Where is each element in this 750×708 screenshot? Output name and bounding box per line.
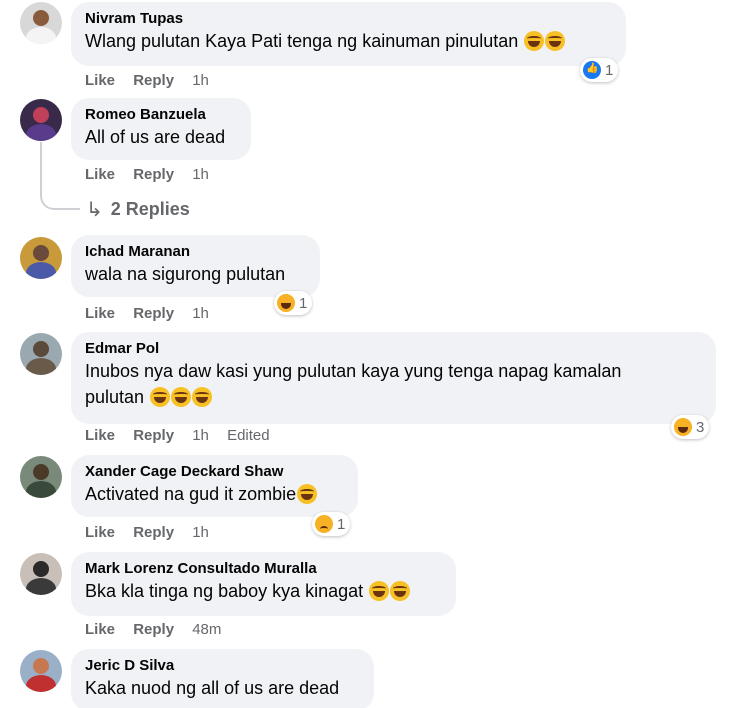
- haha-icon: [277, 294, 295, 312]
- timestamp[interactable]: 1h: [192, 305, 209, 322]
- avatar[interactable]: [20, 2, 62, 44]
- comment-text: Activated na gud it zombie: [85, 481, 344, 507]
- comment-text-continued: pulutan: [85, 384, 702, 410]
- author-name[interactable]: Xander Cage Deckard Shaw: [85, 462, 344, 481]
- like-icon: [583, 61, 601, 79]
- reaction-count: 3: [696, 418, 705, 436]
- rofl-emoji-icon: [192, 387, 213, 407]
- reaction-summary[interactable]: 3: [671, 415, 710, 439]
- rofl-emoji-icon: [369, 581, 390, 601]
- like-link[interactable]: Like: [85, 72, 115, 89]
- like-link[interactable]: Like: [85, 621, 115, 638]
- reply-link[interactable]: Reply: [133, 305, 174, 322]
- comment-text: Kaka nuod ng all of us are dead: [85, 678, 340, 698]
- comment-text: Inubos nya daw kasi yung pulutan kaya yu…: [85, 361, 622, 381]
- comment-actions: Like Reply 1h: [85, 166, 223, 184]
- laughing-emoji-icon: [524, 31, 545, 51]
- laughing-emoji-icon: [545, 31, 566, 51]
- author-name[interactable]: Ichad Maranan: [85, 242, 306, 261]
- replies-label: 2 Replies: [110, 199, 190, 219]
- like-link[interactable]: Like: [85, 427, 115, 444]
- laughing-emoji-icon: [297, 484, 318, 504]
- sad-icon: [315, 515, 333, 533]
- rofl-emoji-icon: [390, 581, 411, 601]
- edited-label[interactable]: Edited: [227, 427, 270, 444]
- reply-link[interactable]: Reply: [133, 427, 174, 444]
- like-link[interactable]: Like: [85, 166, 115, 183]
- comment-bubble: Jeric D Silva Kaka nuod ng all of us are…: [71, 649, 374, 708]
- comment-bubble: Nivram Tupas Wlang pulutan Kaya Pati ten…: [71, 2, 626, 66]
- reaction-count: 1: [299, 294, 308, 312]
- author-name[interactable]: Jeric D Silva: [85, 656, 360, 675]
- author-name[interactable]: Nivram Tupas: [85, 9, 612, 28]
- reply-link[interactable]: Reply: [133, 166, 174, 183]
- avatar[interactable]: [20, 456, 62, 498]
- rofl-emoji-icon: [171, 387, 192, 407]
- comment-bubble: Edmar Pol Inubos nya daw kasi yung pulut…: [71, 332, 716, 424]
- comment-bubble: Xander Cage Deckard Shaw Activated na gu…: [71, 455, 358, 517]
- like-link[interactable]: Like: [85, 305, 115, 322]
- reaction-summary[interactable]: 1: [312, 512, 351, 536]
- reaction-summary[interactable]: 1: [274, 291, 313, 315]
- comment-bubble: Mark Lorenz Consultado Muralla Bka kla t…: [71, 552, 456, 616]
- avatar[interactable]: [20, 553, 62, 595]
- avatar[interactable]: [20, 650, 62, 692]
- timestamp[interactable]: 1h: [192, 427, 209, 444]
- comment-actions: Like Reply 1h Edited: [85, 427, 284, 445]
- avatar[interactable]: [20, 99, 62, 141]
- author-name[interactable]: Romeo Banzuela: [85, 105, 237, 124]
- author-name[interactable]: Edmar Pol: [85, 339, 702, 358]
- like-link[interactable]: Like: [85, 524, 115, 541]
- timestamp[interactable]: 1h: [192, 524, 209, 541]
- comment-actions: Like Reply 1h: [85, 72, 223, 90]
- avatar[interactable]: [20, 333, 62, 375]
- reaction-count: 1: [337, 515, 346, 533]
- reaction-summary[interactable]: 1: [580, 58, 619, 82]
- haha-icon: [674, 418, 692, 436]
- reply-link[interactable]: Reply: [133, 621, 174, 638]
- comment-text: All of us are dead: [85, 127, 226, 147]
- comment-text: wala na sigurong pulutan: [85, 264, 286, 284]
- timestamp[interactable]: 48m: [192, 621, 221, 638]
- author-name[interactable]: Mark Lorenz Consultado Muralla: [85, 559, 442, 578]
- avatar[interactable]: [20, 237, 62, 279]
- thread-connector: [40, 142, 80, 210]
- comment-text: Wlang pulutan Kaya Pati tenga ng kainuma…: [85, 28, 612, 54]
- reply-link[interactable]: Reply: [133, 524, 174, 541]
- view-replies-link[interactable]: ↳ 2 Replies: [86, 197, 190, 222]
- reaction-count: 1: [605, 61, 614, 79]
- timestamp[interactable]: 1h: [192, 166, 209, 183]
- reply-link[interactable]: Reply: [133, 72, 174, 89]
- comment-text: Bka kla tinga ng baboy kya kinagat: [85, 578, 442, 604]
- reply-arrow-icon: ↳: [86, 199, 103, 221]
- comment-bubble: Romeo Banzuela All of us are dead: [71, 98, 251, 160]
- comment-actions: Like Reply 1h: [85, 524, 223, 542]
- comment-actions: Like Reply 1h: [85, 305, 223, 323]
- comment-bubble: Ichad Maranan wala na sigurong pulutan: [71, 235, 320, 297]
- comment-actions: Like Reply 48m: [85, 621, 235, 639]
- rofl-emoji-icon: [150, 387, 171, 407]
- timestamp[interactable]: 1h: [192, 72, 209, 89]
